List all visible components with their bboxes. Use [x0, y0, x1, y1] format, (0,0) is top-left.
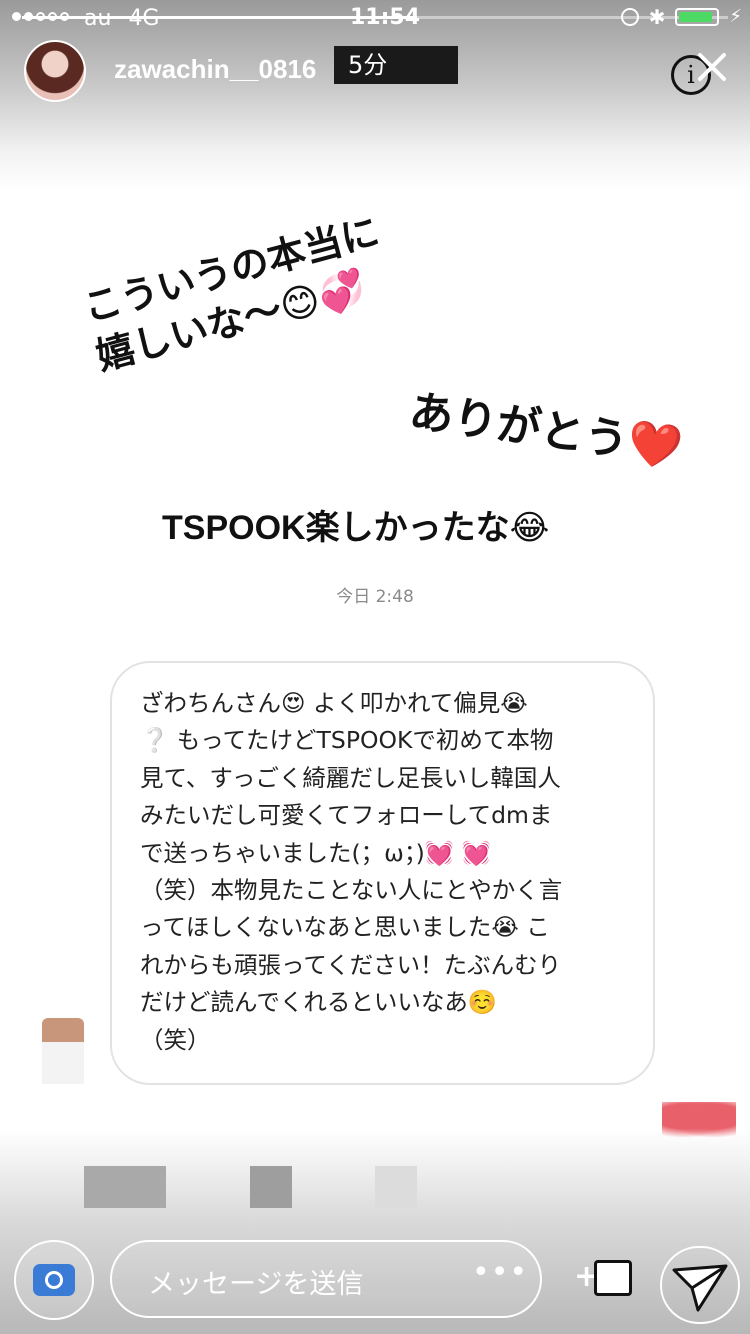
close-icon[interactable] [694, 48, 730, 84]
username[interactable]: zawachin__0816 [114, 54, 316, 85]
more-options-icon[interactable]: ••• [472, 1255, 528, 1290]
like-heart-icon [662, 1102, 736, 1138]
message-timestamp: 今日 2:48 [336, 587, 414, 607]
status-bar: au 4G 11:54 ✱ ⚡ [0, 0, 750, 36]
blurred-area [375, 1166, 417, 1208]
bluetooth-icon: ✱ [648, 4, 666, 29]
blurred-area [250, 1166, 292, 1208]
story-time-ago: 5分 [334, 46, 458, 84]
paper-plane-icon [672, 1264, 728, 1312]
message-line: だけど読んでくれるといいなあ☺️ [140, 988, 498, 1017]
orientation-lock-icon [620, 7, 639, 26]
message-input-placeholder: メッセージを送信 [148, 1269, 364, 1300]
camera-button[interactable] [14, 1240, 94, 1320]
message-line: ってほしくないなあと思いました😭 こ [140, 913, 550, 942]
message-line: みたいだし可愛くてフォローしてdmま [140, 801, 553, 830]
profile-avatar[interactable] [24, 40, 86, 102]
message-bubble: ざわちんさん😍 よく叩かれて偏見😭 ❔ もってたけどTSPOOKで初めて本物 見… [110, 661, 655, 1085]
message-line: （笑） [140, 1025, 211, 1054]
sender-avatar [42, 1018, 84, 1084]
story-text-sticker-1: こういうの本当に 嬉しいな〜😊💞 [78, 206, 398, 381]
gallery-button[interactable]: + [574, 1258, 634, 1300]
story-text-thanks: ありがとう❤️ [406, 385, 686, 475]
message-line: ❔ もってたけどTSPOOKで初めて本物 [140, 726, 554, 755]
status-icons: ✱ ⚡ [620, 4, 742, 29]
story-progress-fill [22, 16, 418, 19]
message-line: れからも頑張ってください！たぶんむり [140, 950, 562, 979]
charging-icon: ⚡ [729, 6, 742, 27]
blurred-area [84, 1166, 166, 1208]
message-line: （笑）本物見たことない人にとやかく言 [140, 876, 563, 905]
battery-icon [675, 7, 720, 26]
message-line: で送っちゃいました(；ω；)💓 💓 [140, 838, 491, 867]
image-icon [594, 1260, 632, 1296]
message-line: 見て、すっごく綺麗だし足長いし韓国人 [140, 763, 561, 792]
send-button[interactable] [660, 1246, 740, 1324]
story-text-tspook: TSPOOK楽しかったな😂 [162, 509, 550, 547]
camera-icon [33, 1264, 75, 1296]
message-line: ざわちんさん😍 よく叩かれて偏見😭 [140, 689, 528, 717]
